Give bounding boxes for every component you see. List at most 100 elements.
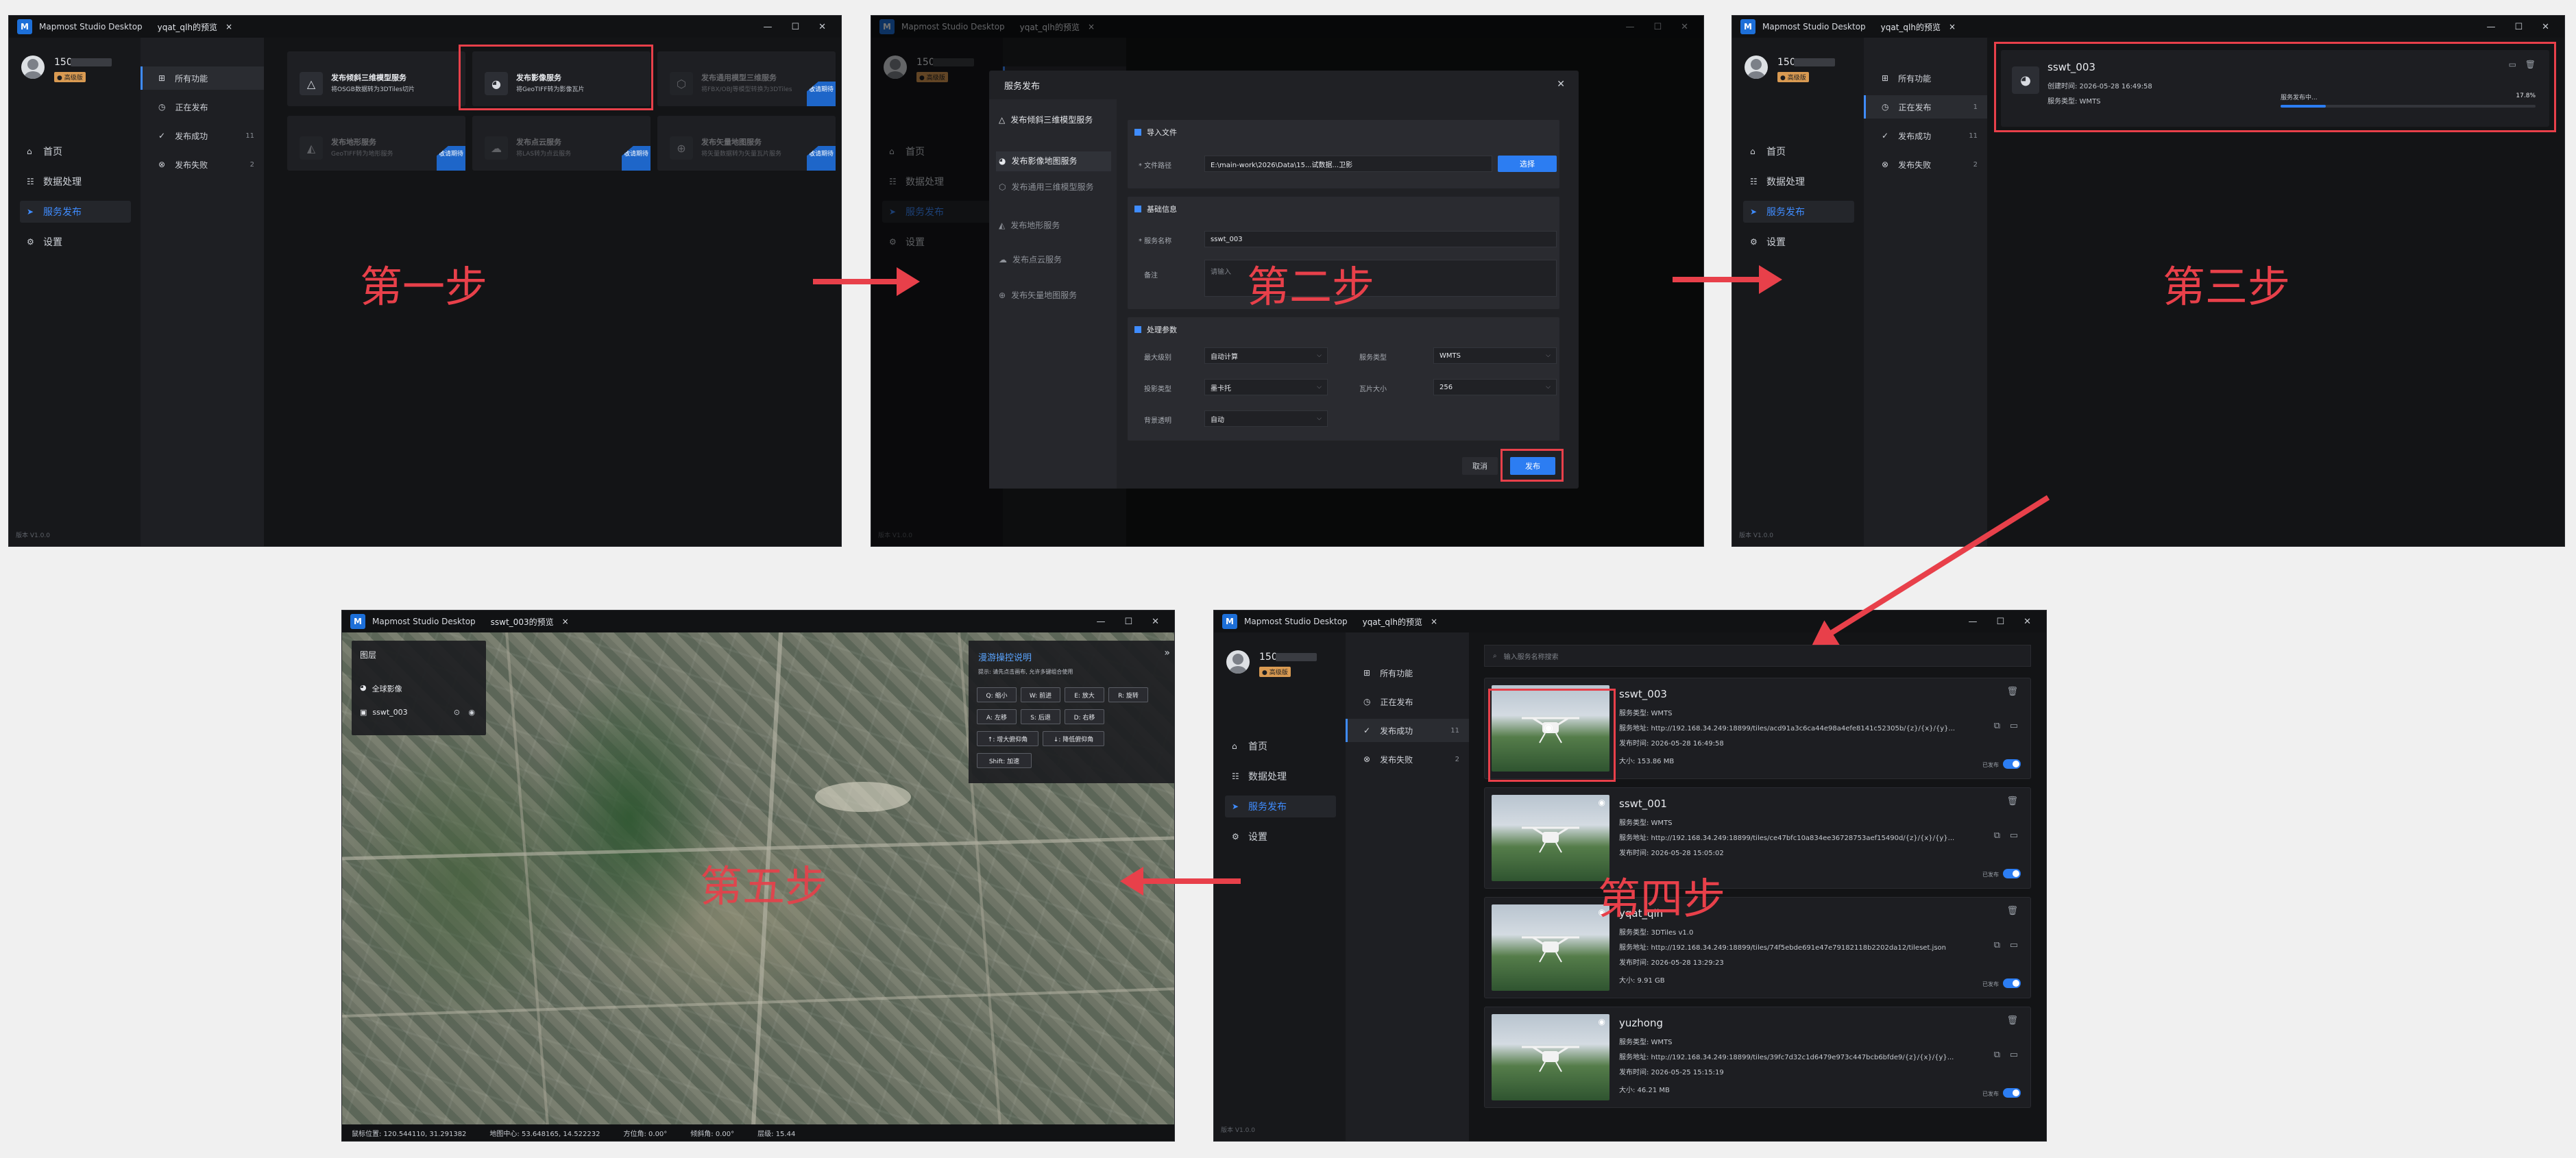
service-thumbnail[interactable]: ◉ [1492, 904, 1609, 991]
nav-item-publish[interactable]: ➤服务发布 [1225, 796, 1336, 817]
collapse-icon[interactable]: » [1164, 648, 1170, 658]
eye-icon[interactable]: ◉ [1599, 798, 1605, 807]
folder-icon[interactable]: ▭ [2010, 940, 2018, 950]
eye-icon[interactable]: ◉ [1599, 1017, 1605, 1026]
maximize-icon[interactable]: ☐ [791, 22, 799, 32]
dialog-menu-terrain[interactable]: ◭ 发布地形服务 [999, 220, 1111, 232]
nav-item-data[interactable]: ☷数据处理 [20, 171, 131, 193]
subnav-failed[interactable]: ⊗ 发布失败 2 [1864, 153, 1987, 176]
nav-item-settings[interactable]: ⚙设置 [1743, 231, 1854, 253]
subnav-all[interactable]: ⊞所有功能 [1864, 66, 1987, 90]
publish-toggle[interactable] [2003, 869, 2021, 878]
tab-close-icon[interactable]: × [1431, 617, 1437, 626]
close-icon[interactable]: ✕ [2542, 22, 2549, 32]
close-icon[interactable]: ✕ [818, 22, 826, 32]
dialog-close-icon[interactable]: ✕ [1557, 79, 1565, 90]
bg-transparent-select[interactable]: 自动 ⌵ [1204, 410, 1328, 427]
file-path-input[interactable]: E:\main-work\2026\Data\15...试数据...卫影 [1204, 156, 1492, 172]
maximize-icon[interactable]: ☐ [2514, 22, 2523, 32]
cancel-button[interactable]: 取消 [1462, 457, 1498, 475]
trash-icon[interactable]: 🗑 [2006, 1015, 2018, 1026]
avatar[interactable] [1226, 650, 1250, 674]
subnav-success[interactable]: ✓ 发布成功 11 [1864, 124, 1987, 147]
publish-toggle[interactable] [2003, 759, 2021, 769]
folder-icon[interactable]: ▭ [2010, 1050, 2018, 1060]
tile-size-select[interactable]: 256 ⌵ [1433, 379, 1557, 395]
close-icon[interactable]: ✕ [1152, 617, 1159, 627]
subnav-all[interactable]: ⊞所有功能 [141, 66, 264, 90]
card-terrain[interactable]: ◭ 发布地形服务 GeoTIFF转为地形服务 敬请期待 [287, 116, 465, 171]
tab-preview[interactable]: yqat_qlh的预览 [1881, 21, 1941, 33]
subnav-failed[interactable]: ⊗ 发布失败 2 [1346, 748, 1469, 771]
max-level-select[interactable]: 自动计算 ⌵ [1204, 347, 1328, 364]
card-pointcloud[interactable]: ☁ 发布点云服务 将LAS转为点云服务 敬请期待 [472, 116, 651, 171]
projection-select[interactable]: 墨卡托 ⌵ [1204, 379, 1328, 395]
copy-icon[interactable]: ⧉ [1994, 940, 2000, 950]
tab-preview[interactable]: yqat_qlh的预览 [158, 21, 217, 33]
service-name-input[interactable]: sswt_003 [1204, 231, 1557, 247]
card-model[interactable]: ⬡ 发布通用模型三维服务 将FBX/OBJ等模型转换为3DTiles 敬请期待 [657, 51, 836, 106]
subnav-publishing[interactable]: ◷ 正在发布 [141, 95, 264, 119]
folder-icon[interactable]: ▭ [2010, 830, 2018, 841]
layer-item-sswt[interactable]: ▣ sswt_003 [360, 708, 408, 717]
avatar[interactable] [1745, 56, 1768, 79]
dialog-menu-imagery[interactable]: ◕ 发布影像地图服务 [996, 151, 1111, 171]
minimize-icon[interactable]: — [763, 22, 772, 32]
eye-icon[interactable]: ◉ [468, 708, 475, 717]
tab-preview[interactable]: sswt_003的预览 [491, 616, 554, 628]
choose-file-button[interactable]: 选择 [1498, 156, 1557, 172]
copy-icon[interactable]: ⧉ [1994, 721, 2000, 731]
clock-icon: ◷ [1363, 697, 1371, 706]
search-input[interactable]: ⌕ 输入服务名称搜索 [1484, 645, 2031, 667]
copy-icon[interactable]: ⧉ [1994, 830, 2000, 841]
minimize-icon[interactable]: — [1968, 617, 1977, 627]
avatar[interactable] [21, 56, 45, 79]
service-card-3[interactable]: ◉ yuzhong 服务类型: WMTS 服务地址: http://192.16… [1484, 1007, 2031, 1108]
publish-toggle[interactable] [2003, 1088, 2021, 1098]
tab-close-icon[interactable]: × [226, 22, 232, 32]
subnav-publishing[interactable]: ◷ 正在发布 [1346, 690, 1469, 713]
dialog-menu-vector[interactable]: ⊕ 发布矢量地图服务 [999, 290, 1111, 301]
service-type-select[interactable]: WMTS ⌵ [1433, 347, 1557, 364]
service-thumbnail[interactable]: ◉ [1492, 795, 1609, 881]
locate-icon[interactable]: ⊙ [454, 708, 460, 717]
publish-toggle[interactable] [2003, 978, 2021, 988]
tab-close-icon[interactable]: × [1949, 22, 1956, 32]
nav-item-data[interactable]: ☷数据处理 [1743, 171, 1854, 193]
subnav-failed[interactable]: ⊗ 发布失败 2 [141, 153, 264, 176]
subnav-success[interactable]: ✓ 发布成功 11 [141, 124, 264, 147]
nav-item-home[interactable]: ⌂首页 [1225, 735, 1336, 757]
service-card-2[interactable]: ◉ yqat_qlh 服务类型: 3DTiles v1.0 服务地址: http… [1484, 897, 2031, 998]
trash-icon[interactable]: 🗑 [2006, 906, 2018, 916]
service-thumbnail[interactable]: ◉ [1492, 1014, 1609, 1100]
nav-item-home[interactable]: ⌂首页 [1743, 140, 1854, 162]
tab-close-icon[interactable]: × [562, 617, 569, 626]
maximize-icon[interactable]: ☐ [1124, 617, 1132, 627]
trash-icon[interactable]: 🗑 [2006, 796, 2018, 806]
dialog-menu-pointcloud[interactable]: ☁ 发布点云服务 [999, 254, 1111, 266]
subnav-success[interactable]: ✓ 发布成功 11 [1346, 719, 1469, 742]
layer-item-global[interactable]: ◕ 全球影像 [360, 683, 402, 694]
folder-icon[interactable]: ▭ [2010, 721, 2018, 731]
dialog-menu-model[interactable]: ⬡ 发布通用三维模型服务 [999, 182, 1111, 193]
maximize-icon[interactable]: ☐ [1996, 617, 2004, 627]
close-icon[interactable]: ✕ [2024, 617, 2031, 627]
card-vector[interactable]: ⊕ 发布矢量地图服务 将矢量数据转为矢量瓦片服务 敬请期待 [657, 116, 836, 171]
card-oblique[interactable]: △ 发布倾斜三维模型服务 将OSGB数据转为3DTiles切片 [287, 51, 465, 106]
subnav-all[interactable]: ⊞所有功能 [1346, 661, 1469, 685]
minimize-icon[interactable]: — [1096, 617, 1105, 627]
service-card-1[interactable]: ◉ sswt_001 服务类型: WMTS 服务地址: http://192.1… [1484, 787, 2031, 889]
nav-item-data[interactable]: ☷数据处理 [1225, 765, 1336, 787]
subnav-publishing[interactable]: ◷ 正在发布 1 [1864, 95, 1987, 119]
tab-preview[interactable]: yqat_qlh的预览 [1363, 616, 1422, 628]
nav-item-settings[interactable]: ⚙设置 [20, 231, 131, 253]
nav-item-home[interactable]: ⌂首页 [20, 140, 131, 162]
trash-icon[interactable]: 🗑 [2006, 687, 2018, 697]
minimize-icon[interactable]: — [2486, 22, 2495, 32]
nav-item-publish[interactable]: ➤服务发布 [1743, 201, 1854, 223]
nav-item-publish[interactable]: ➤服务发布 [20, 201, 131, 223]
dialog-menu-oblique[interactable]: △ 发布倾斜三维模型服务 [999, 114, 1111, 126]
window-step1: M Mapmost Studio Desktop yqat_qlh的预览 × —… [8, 15, 842, 547]
copy-icon[interactable]: ⧉ [1994, 1050, 2000, 1060]
nav-item-settings[interactable]: ⚙设置 [1225, 826, 1336, 848]
